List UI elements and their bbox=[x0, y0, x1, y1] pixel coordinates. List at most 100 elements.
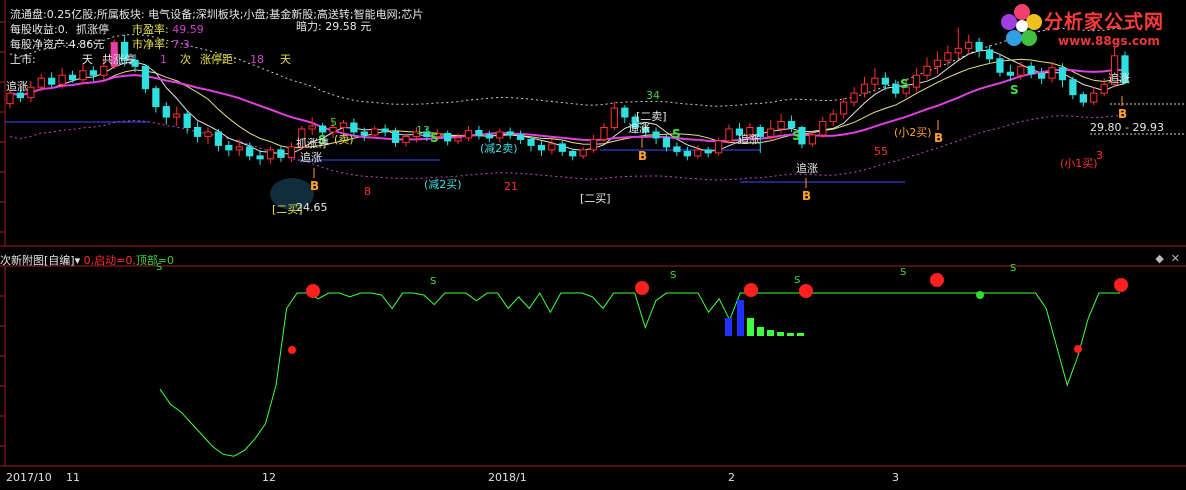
label-ermai: [二买] bbox=[580, 192, 611, 205]
s-mark: S bbox=[672, 127, 681, 141]
candle-body bbox=[829, 113, 837, 123]
label-jian2mai-buy: (减2买) bbox=[424, 178, 462, 191]
limit-count: 1 bbox=[160, 53, 167, 66]
tian-label: 天 bbox=[82, 53, 93, 66]
candle-body bbox=[892, 83, 900, 94]
s-mark: S bbox=[792, 129, 801, 143]
candle-body bbox=[141, 65, 150, 90]
nav-label: 每股净资产:4.86元 bbox=[10, 38, 105, 51]
candle-body bbox=[391, 131, 400, 143]
s-mark: S bbox=[1010, 263, 1016, 274]
s-mark: S bbox=[1010, 83, 1019, 97]
candle-body bbox=[152, 88, 160, 108]
pb-label: 市净率: 7.3 bbox=[132, 38, 190, 51]
candle-body bbox=[787, 121, 796, 128]
kline-chart: SSS SS SBBBBBS S SS SS bbox=[0, 0, 1186, 467]
signal-bar bbox=[737, 300, 744, 336]
candle-body bbox=[235, 146, 243, 151]
x-label-dec: 12 bbox=[262, 471, 276, 484]
s-mark: S bbox=[670, 270, 676, 281]
candle-body bbox=[360, 131, 368, 136]
logo-title: 分析家公式网 bbox=[1044, 11, 1165, 33]
pe-value: 49.59 bbox=[172, 23, 204, 36]
fib-34: 34 bbox=[646, 89, 660, 102]
candle-body bbox=[610, 107, 619, 128]
candle-body bbox=[58, 74, 66, 85]
candle-body bbox=[183, 113, 191, 128]
candle-body bbox=[89, 70, 97, 76]
limit-dist-value: 18 bbox=[250, 53, 264, 66]
subchart-title[interactable]: 次新附图[自编] bbox=[0, 254, 75, 267]
candle-body bbox=[454, 137, 462, 142]
candle-body bbox=[1058, 67, 1067, 81]
candle-body bbox=[933, 59, 942, 67]
candle-body bbox=[516, 134, 525, 140]
candle-body bbox=[767, 128, 775, 137]
signal-bar bbox=[757, 327, 764, 336]
fib-8: 8 bbox=[364, 185, 371, 198]
b-mark: B bbox=[934, 131, 943, 145]
candle-body bbox=[537, 144, 546, 151]
candle-body bbox=[100, 65, 108, 76]
b-mark: B bbox=[638, 149, 647, 163]
x-label-feb: 2 bbox=[728, 471, 735, 484]
site-logo: 分析家公式网 www.88gs.com bbox=[1000, 2, 1180, 54]
x-label-jan: 2018/1 bbox=[488, 471, 527, 484]
candle-body bbox=[662, 137, 671, 148]
label-zhuizhang-5: 追涨 bbox=[796, 162, 818, 175]
candle-body bbox=[37, 77, 45, 88]
candle-body bbox=[850, 92, 858, 103]
b-mark: B bbox=[310, 179, 319, 193]
candle-body bbox=[714, 140, 723, 154]
candle-body bbox=[381, 128, 389, 133]
candle-body bbox=[496, 131, 504, 139]
candle-body bbox=[444, 132, 452, 142]
pe-label: 市盈率: 49.59 bbox=[132, 23, 204, 36]
label-zhuizhang-3: 追涨 bbox=[628, 122, 650, 135]
candle-body bbox=[68, 74, 77, 81]
x-axis: 2017/10 11 12 2018/1 2 3 bbox=[0, 468, 1186, 490]
window-controls: ◆ ✕ bbox=[1155, 252, 1180, 265]
ma20-line bbox=[9, 68, 1126, 143]
s-mark: S bbox=[794, 275, 800, 286]
candle-body bbox=[954, 47, 962, 54]
red-signal-dot bbox=[799, 284, 813, 298]
s-mark: S bbox=[430, 131, 439, 145]
signal-bar bbox=[747, 318, 754, 336]
signal-bar bbox=[797, 333, 804, 336]
candle-body bbox=[1027, 65, 1035, 75]
candle-body bbox=[819, 121, 827, 136]
candle-body bbox=[308, 125, 316, 130]
candle-body bbox=[1048, 67, 1056, 79]
x-label-mar: 3 bbox=[892, 471, 899, 484]
anli-label: 暗力: 29.58 元 bbox=[296, 20, 372, 33]
fib-21: 21 bbox=[504, 180, 518, 193]
close-icon[interactable]: ✕ bbox=[1171, 252, 1180, 265]
candle-body bbox=[860, 83, 869, 94]
candle-body bbox=[173, 113, 181, 118]
candle-body bbox=[621, 107, 629, 118]
signal-bar bbox=[787, 333, 794, 336]
candle-body bbox=[527, 138, 535, 146]
signal-bar bbox=[777, 332, 784, 336]
x-label-oct: 2017/10 bbox=[6, 471, 52, 484]
gongzhangting-label: 共涨停 bbox=[102, 53, 135, 66]
red-signal-dot bbox=[1074, 345, 1082, 353]
candle-body bbox=[339, 122, 348, 128]
candle-body bbox=[965, 41, 973, 49]
candle-body bbox=[808, 134, 817, 145]
restore-icon[interactable]: ◆ bbox=[1155, 252, 1163, 265]
candle-body bbox=[204, 131, 212, 137]
candle-body bbox=[1090, 92, 1098, 103]
candle-body bbox=[1038, 73, 1046, 79]
candle-body bbox=[975, 41, 983, 51]
label-mai: (卖) bbox=[334, 133, 354, 146]
red-signal-dot bbox=[306, 284, 320, 298]
label-xiao2mai: (小2买) bbox=[894, 126, 932, 139]
candle-body bbox=[1017, 65, 1025, 76]
fib-55: 55 bbox=[874, 145, 888, 158]
candle-body bbox=[371, 128, 379, 136]
candle-body bbox=[996, 58, 1004, 73]
dropdown-icon[interactable]: ▾ bbox=[75, 254, 81, 267]
label-zhuizhang-2: 追涨 bbox=[300, 151, 322, 164]
